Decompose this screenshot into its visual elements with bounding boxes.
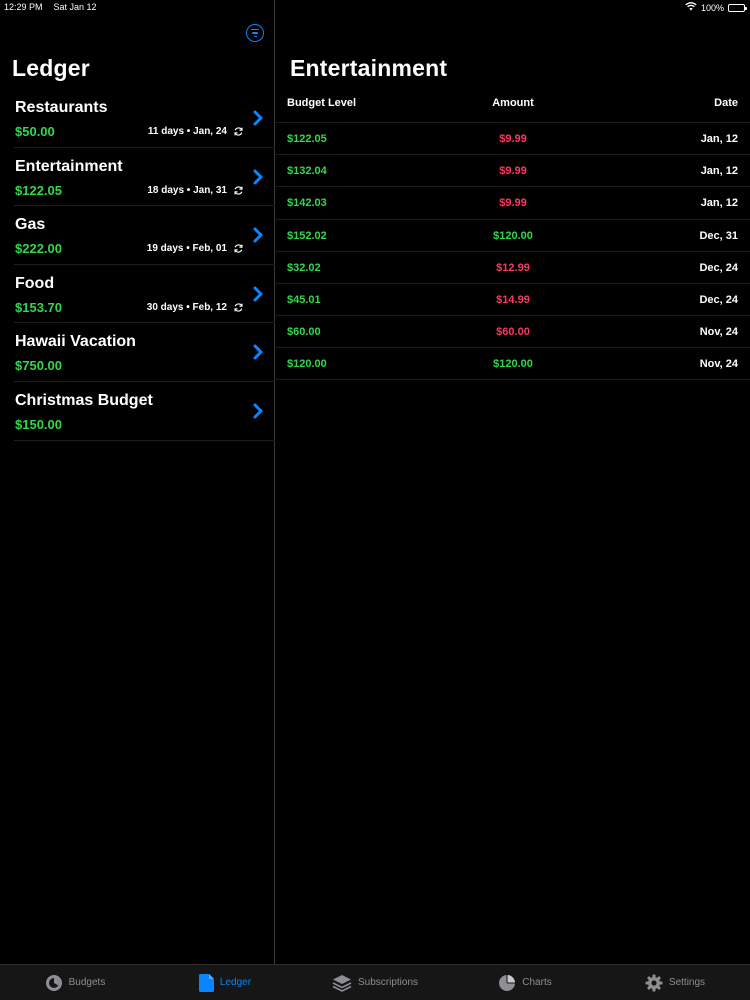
tab-bar: Budgets Ledger Subscriptions Charts Sett… — [0, 964, 750, 1000]
cell-date: Dec, 24 — [699, 293, 738, 306]
tab-label: Settings — [668, 977, 706, 988]
cell-budget-level: $45.01 — [287, 293, 321, 306]
ledger-item-name: Entertainment — [15, 157, 123, 175]
chevron-right-icon — [253, 169, 263, 185]
cell-amount: $120.00 — [493, 229, 533, 242]
ledger-item-amount: $150.00 — [15, 416, 62, 432]
ledger-item-amount: $222.00 — [15, 241, 62, 257]
cell-date: Nov, 24 — [699, 358, 738, 371]
cell-date: Jan, 12 — [700, 133, 738, 145]
ledger-item-amount: $50.00 — [15, 124, 55, 139]
ledger-item-gas[interactable]: Gas $222.00 19 days • Feb, 01 — [14, 206, 275, 265]
cell-amount: $9.99 — [499, 197, 527, 210]
tab-budgets[interactable]: Budgets — [0, 965, 150, 1000]
table-row[interactable]: $32.02 $12.99 Dec, 24 — [276, 250, 750, 283]
cell-budget-level: $120.00 — [287, 358, 327, 371]
ledger-item-christmas-budget[interactable]: Christmas Budget $150.00 — [14, 382, 275, 441]
tab-ledger[interactable]: Ledger — [150, 965, 300, 1000]
page-title: Ledger — [12, 55, 90, 81]
cell-date: Jan, 12 — [700, 165, 738, 178]
cell-amount: $9.99 — [499, 165, 527, 178]
cell-budget-level: $152.02 — [287, 229, 327, 242]
ledger-item-entertainment[interactable]: Entertainment $122.05 18 days • Jan, 31 — [14, 148, 275, 207]
ledger-item-amount: $153.70 — [15, 299, 62, 315]
cell-amount: $9.99 — [499, 133, 527, 145]
table-row[interactable]: $60.00 $60.00 Nov, 24 — [276, 315, 750, 347]
cell-date: Dec, 24 — [699, 261, 738, 274]
settings-icon — [645, 974, 663, 992]
tab-label: Budgets — [68, 977, 106, 988]
table-row[interactable]: $120.00 $120.00 Nov, 24 — [276, 347, 750, 380]
ledger-item-schedule: 30 days • Feb, 12 — [146, 301, 227, 313]
tab-subscriptions[interactable]: Subscriptions — [300, 965, 450, 1000]
cell-amount: $60.00 — [496, 326, 530, 339]
ledger-item-schedule: 18 days • Jan, 31 — [147, 184, 227, 196]
cell-date: Nov, 24 — [699, 326, 738, 339]
subscriptions-icon — [332, 974, 352, 992]
chevron-right-icon — [253, 403, 263, 419]
table-row[interactable]: $132.04 $9.99 Jan, 12 — [276, 154, 750, 186]
table-row[interactable]: $122.05 $9.99 Jan, 12 — [276, 122, 750, 154]
detail-pane: Entertainment Budget Level Amount Date $… — [276, 0, 750, 964]
chevron-right-icon — [253, 110, 263, 126]
refresh-icon — [233, 302, 244, 313]
cell-amount: $12.99 — [496, 261, 530, 274]
cell-budget-level: $142.03 — [287, 197, 327, 210]
cell-date: Jan, 12 — [700, 197, 738, 210]
ledger-item-name: Food — [15, 274, 55, 292]
ledger-item-name: Restaurants — [15, 99, 108, 116]
chevron-right-icon — [253, 227, 263, 243]
ledger-icon — [198, 973, 214, 992]
ledger-item-meta: 30 days • Feb, 12 — [147, 302, 244, 313]
transactions-table: $122.05 $9.99 Jan, 12 $132.04 $9.99 Jan,… — [276, 122, 750, 380]
ledger-item-food[interactable]: Food $153.70 30 days • Feb, 12 — [14, 265, 275, 324]
ledger-item-meta: 19 days • Feb, 01 — [147, 243, 244, 254]
refresh-icon — [233, 243, 244, 254]
ledger-item-schedule: 11 days • Jan, 24 — [147, 126, 227, 137]
column-header-budget-level: Budget Level — [287, 97, 357, 109]
tab-label: Charts — [522, 977, 552, 988]
refresh-icon — [233, 126, 244, 137]
budgets-icon — [45, 974, 63, 992]
ledger-item-restaurants[interactable]: Restaurants $50.00 11 days • Jan, 24 — [14, 89, 275, 148]
cell-date: Dec, 31 — [699, 229, 738, 242]
ledger-item-amount: $750.00 — [15, 358, 62, 374]
ledger-item-meta: 11 days • Jan, 24 — [148, 126, 244, 137]
cell-budget-level: $132.04 — [287, 165, 327, 178]
cell-budget-level: $122.05 — [287, 133, 327, 145]
tab-label: Ledger — [219, 977, 252, 988]
tab-charts[interactable]: Charts — [450, 965, 600, 1000]
chevron-right-icon — [253, 286, 263, 302]
ledger-item-name: Gas — [15, 216, 46, 234]
app-screen: 12:29 PM Sat Jan 12 100% Ledger Restauran… — [0, 0, 750, 1000]
ledger-item-name: Christmas Budget — [15, 391, 153, 409]
ledger-item-hawaii-vacation[interactable]: Hawaii Vacation $750.00 — [14, 323, 275, 382]
ledger-item-meta: 18 days • Jan, 31 — [147, 185, 244, 196]
tab-settings[interactable]: Settings — [600, 965, 750, 1000]
filter-button[interactable] — [246, 24, 264, 42]
refresh-icon — [233, 185, 244, 196]
cell-budget-level: $32.02 — [287, 261, 321, 274]
cell-budget-level: $60.00 — [287, 326, 321, 339]
table-row[interactable]: $152.02 $120.00 Dec, 31 — [276, 218, 750, 251]
detail-title: Entertainment — [290, 55, 448, 81]
tab-label: Subscriptions — [357, 977, 419, 988]
chevron-right-icon — [253, 344, 263, 360]
ledger-item-amount: $122.05 — [15, 182, 62, 198]
table-header: Budget Level Amount Date — [276, 97, 750, 117]
column-header-date: Date — [714, 97, 738, 109]
ledger-item-schedule: 19 days • Feb, 01 — [146, 243, 227, 255]
charts-icon — [498, 974, 516, 992]
table-row[interactable]: $142.03 $9.99 Jan, 12 — [276, 186, 750, 218]
ledger-list: Restaurants $50.00 11 days • Jan, 24 Ent… — [14, 89, 275, 441]
cell-amount: $120.00 — [493, 358, 533, 371]
column-header-amount: Amount — [492, 97, 534, 109]
table-row[interactable]: $45.01 $14.99 Dec, 24 — [276, 282, 750, 315]
cell-amount: $14.99 — [496, 293, 530, 306]
ledger-pane: Ledger Restaurants $50.00 11 days • Jan,… — [0, 0, 275, 964]
ledger-item-name: Hawaii Vacation — [15, 333, 136, 351]
